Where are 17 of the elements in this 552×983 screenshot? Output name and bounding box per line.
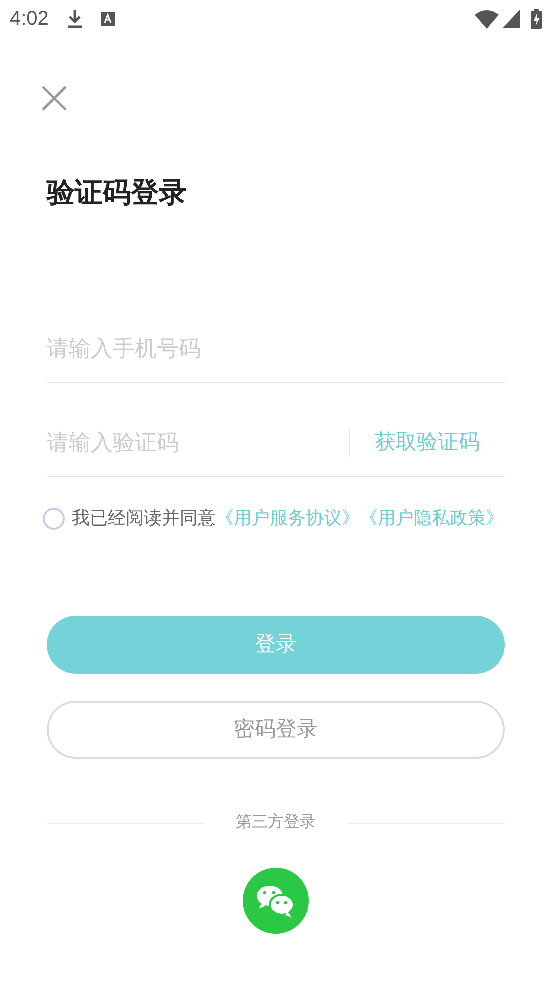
app-icon: [100, 12, 115, 26]
wifi-icon: [475, 10, 499, 28]
signal-icon: [503, 10, 520, 28]
login-button[interactable]: 登录: [47, 616, 505, 674]
agreement-radio[interactable]: [43, 508, 65, 530]
agreement-link[interactable]: 《用户服务协议》: [216, 505, 360, 532]
close-icon[interactable]: [42, 86, 67, 111]
agreement-link[interactable]: 《用户隐私政策》: [360, 505, 504, 532]
status-time: 4:02: [10, 7, 49, 32]
battery-icon: [531, 9, 542, 29]
page-title: 验证码登录: [47, 179, 188, 207]
get-code-link[interactable]: 获取验证码: [375, 425, 480, 461]
password-login-button[interactable]: 密码登录: [47, 701, 505, 759]
third-party-login-label: 第三方登录: [236, 812, 316, 833]
chat-bubbles-icon[interactable]: [243, 868, 309, 934]
agreement-text: 我已经阅读并同意: [72, 507, 216, 530]
download-icon: [66, 9, 84, 29]
